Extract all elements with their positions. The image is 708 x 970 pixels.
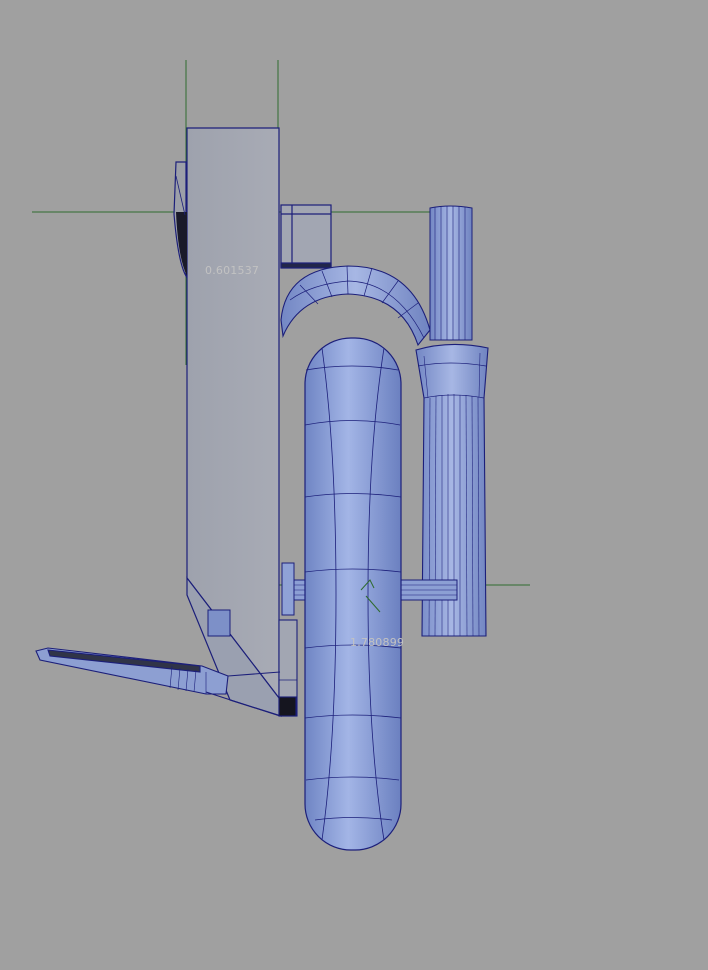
mount-block[interactable] bbox=[280, 204, 332, 269]
measure-label-upper: 0.601537 bbox=[205, 264, 260, 277]
model-scene[interactable] bbox=[0, 0, 708, 970]
measure-label-lower: 1.780899 bbox=[350, 636, 405, 649]
strut-upper[interactable] bbox=[429, 205, 473, 341]
lower-bracket[interactable] bbox=[278, 619, 298, 717]
3d-viewport[interactable]: 0.601537 1.780899 bbox=[0, 0, 708, 970]
arm-tube[interactable] bbox=[280, 265, 431, 347]
wheel[interactable] bbox=[304, 337, 402, 851]
